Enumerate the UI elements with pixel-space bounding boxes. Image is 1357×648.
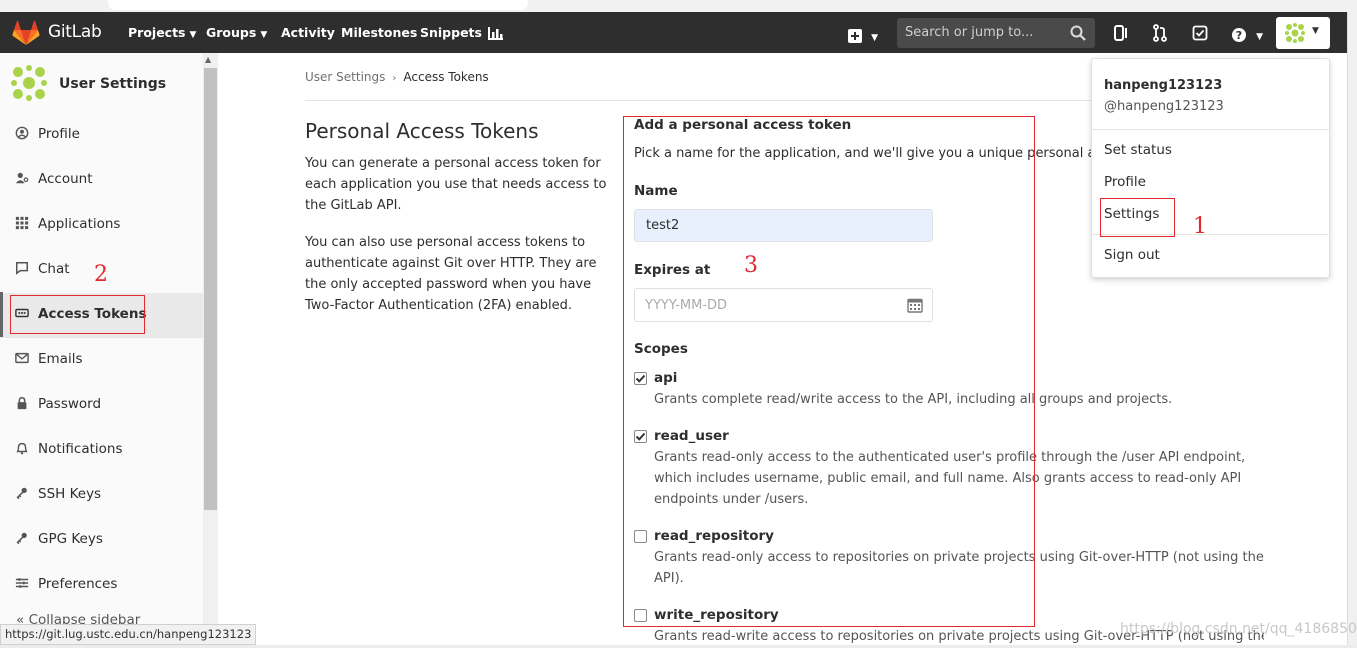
- search-box[interactable]: Search or jump to...: [897, 18, 1095, 48]
- sidebar-item-label: Chat: [38, 261, 70, 277]
- sidebar-item-gpg-keys[interactable]: GPG Keys: [0, 518, 203, 563]
- annotation-number-1: 1: [1193, 214, 1207, 239]
- annotation-box-access-tokens: [10, 295, 145, 334]
- sidebar-item-label: Password: [38, 396, 102, 412]
- watermark: https://blog.csdn.net/qq_41868500: [1120, 621, 1357, 637]
- sidebar-scrollbar-thumb[interactable]: [204, 68, 217, 510]
- sidebar-item-account[interactable]: Account: [0, 158, 203, 203]
- issues-icon[interactable]: [1113, 25, 1129, 41]
- sidebar-item-label: GPG Keys: [38, 531, 103, 547]
- breadcrumb-current[interactable]: Access Tokens: [403, 70, 488, 84]
- merge-request-icon[interactable]: [1152, 24, 1168, 42]
- browser-status-bar: https://git.lug.ustc.edu.cn/hanpeng12312…: [0, 624, 257, 645]
- chevron-down-icon: ▼: [871, 33, 879, 43]
- nav-milestones[interactable]: Milestones: [341, 25, 417, 40]
- annotation-number-2: 2: [94, 262, 108, 287]
- annotation-box-settings: [1100, 198, 1175, 237]
- menu-item-sign-out[interactable]: Sign out: [1104, 247, 1160, 263]
- sidebar-item-password[interactable]: Password: [0, 383, 203, 428]
- annotation-number-3: 3: [744, 253, 758, 278]
- nav-projects[interactable]: Projects ▼: [128, 25, 196, 40]
- key-icon: [14, 486, 30, 502]
- nav-groups-label: Groups: [206, 25, 257, 40]
- menu-item-profile[interactable]: Profile: [1104, 174, 1146, 190]
- breadcrumb-divider: [305, 100, 1105, 101]
- menu-item-set-status[interactable]: Set status: [1104, 142, 1172, 158]
- chevron-down-icon: ▼: [1256, 32, 1264, 42]
- lock-icon: [14, 396, 30, 412]
- user-dropdown-menu: hanpeng123123 @hanpeng123123 Set status …: [1091, 58, 1330, 278]
- sidebar-item-notifications[interactable]: Notifications: [0, 428, 203, 473]
- svg-text:?: ?: [1236, 29, 1242, 42]
- sidebar-item-label: Notifications: [38, 441, 123, 457]
- preferences-icon: [14, 576, 30, 592]
- annotation-box-form: [623, 116, 1035, 627]
- bell-icon: [14, 441, 30, 457]
- user-menu-button[interactable]: ▼: [1276, 17, 1330, 49]
- sidebar-item-profile[interactable]: Profile: [0, 113, 203, 158]
- chevron-down-icon: ▼: [260, 30, 268, 40]
- sidebar-item-label: Preferences: [38, 576, 118, 592]
- chevron-right-icon: ›: [392, 73, 397, 84]
- nav-projects-label: Projects: [128, 25, 186, 40]
- search-input[interactable]: Search or jump to...: [905, 25, 1033, 40]
- gitlab-logo-icon[interactable]: [12, 20, 40, 46]
- chevron-down-icon: ▼: [1312, 26, 1319, 36]
- brand-name[interactable]: GitLab: [48, 22, 102, 42]
- profile-icon: [14, 126, 30, 142]
- browser-address-bar[interactable]: [108, 0, 528, 10]
- avatar: [1284, 22, 1306, 44]
- chevron-down-icon: ▼: [189, 30, 197, 40]
- chart-icon[interactable]: [488, 26, 504, 40]
- sidebar-item-label: SSH Keys: [38, 486, 102, 502]
- nav-groups[interactable]: Groups ▼: [206, 25, 267, 40]
- breadcrumb: User Settings › Access Tokens: [305, 70, 489, 84]
- applications-icon: [14, 216, 30, 232]
- sidebar-item-label: Emails: [38, 351, 83, 367]
- intro-paragraph-2fa: You can also use personal access tokens …: [305, 235, 597, 313]
- sidebar-item-preferences[interactable]: Preferences: [0, 563, 203, 608]
- plus-icon: [848, 28, 862, 43]
- scroll-up-arrow-icon[interactable]: ▲: [205, 55, 211, 64]
- top-navbar: GitLab Projects ▼ Groups ▼ Activity Milest…: [0, 12, 1347, 53]
- sidebar-item-applications[interactable]: Applications: [0, 203, 203, 248]
- page-title: Personal Access Tokens: [305, 119, 539, 143]
- mail-icon: [14, 351, 30, 367]
- sidebar-item-label: Applications: [38, 216, 121, 232]
- nav-activity[interactable]: Activity: [281, 25, 335, 40]
- browser-toolbar: [0, 0, 1357, 12]
- search-icon: [1070, 25, 1086, 41]
- active-indicator: [0, 292, 3, 337]
- help-icon: ?: [1232, 27, 1246, 42]
- page-scrollbar[interactable]: [1347, 12, 1357, 648]
- help-dropdown[interactable]: ? ▼: [1231, 24, 1263, 43]
- key-icon: [14, 531, 30, 547]
- dropdown-handle: @hanpeng123123: [1104, 99, 1224, 114]
- intro-paragraph: You can generate a personal access token…: [305, 156, 607, 213]
- sidebar-item-emails[interactable]: Emails: [0, 338, 203, 383]
- dropdown-divider: [1092, 129, 1329, 130]
- sidebar-avatar: [10, 64, 48, 102]
- todo-icon[interactable]: [1192, 25, 1208, 41]
- breadcrumb-parent[interactable]: User Settings: [305, 70, 385, 84]
- chat-icon: [14, 261, 30, 277]
- sidebar-item-ssh-keys[interactable]: SSH Keys: [0, 473, 203, 518]
- sidebar-title[interactable]: User Settings: [59, 76, 166, 92]
- sidebar-item-label: Account: [38, 171, 93, 187]
- nav-snippets[interactable]: Snippets: [420, 25, 482, 40]
- account-icon: [14, 171, 30, 187]
- new-dropdown[interactable]: ▼: [848, 25, 878, 44]
- dropdown-username: hanpeng123123: [1104, 78, 1223, 93]
- sidebar-item-label: Profile: [38, 126, 80, 142]
